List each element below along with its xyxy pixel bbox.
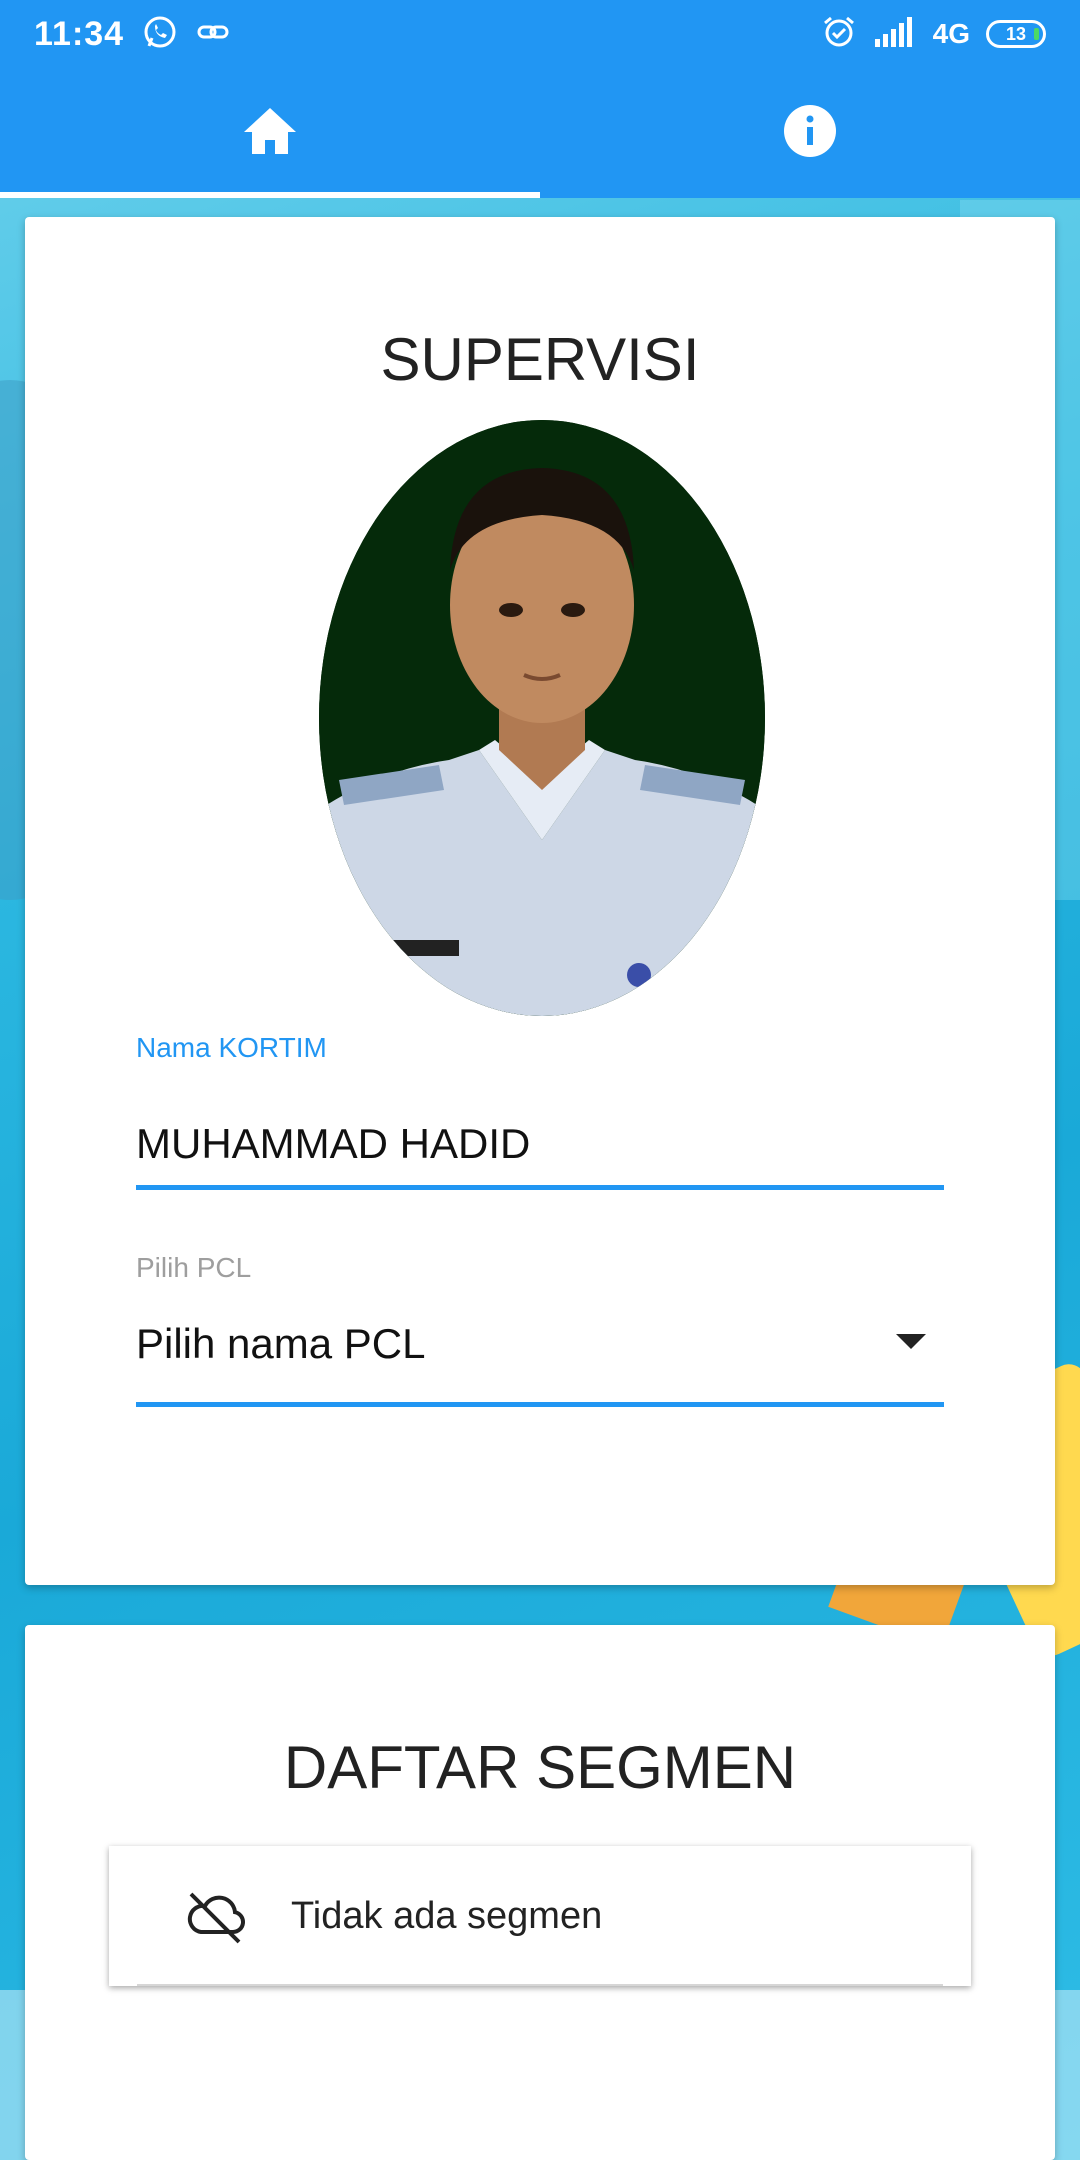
alarm-icon [821, 14, 857, 55]
segmen-title: DAFTAR SEGMEN [283, 1734, 797, 1801]
tab-info[interactable] [540, 68, 1080, 198]
nama-kortim-value[interactable]: MUHAMMAD HADID [136, 1120, 530, 1168]
page-title: SUPERVISI [380, 326, 700, 393]
field-underline [136, 1185, 944, 1190]
info-icon [782, 103, 838, 164]
pilih-pcl-label: Pilih PCL [136, 1252, 252, 1283]
supervisi-card: SUPERVISI Nama KORTIM MUHAMMAD HADID Pil… [25, 217, 1055, 1585]
divider [137, 1984, 943, 1986]
battery-level: 13 [1005, 23, 1027, 44]
network-type: 4G [932, 18, 970, 49]
home-icon [242, 106, 298, 161]
battery-icon: 13 [986, 20, 1046, 48]
cloud-off-icon [183, 1884, 247, 1948]
empty-segmen-text: Tidak ada segmen [291, 1894, 603, 1937]
pilih-pcl-selected[interactable]: Pilih nama PCL [136, 1320, 425, 1368]
status-bar: 11:34 4G 13 [0, 0, 1080, 68]
whatsapp-icon [142, 14, 178, 55]
tab-home[interactable] [0, 68, 540, 198]
nama-kortim-label: Nama KORTIM [136, 1032, 327, 1063]
empty-segmen-item: Tidak ada segmen [109, 1846, 971, 1986]
signal-icon [873, 16, 917, 52]
kortim-photo [319, 420, 765, 1016]
app-bar [0, 68, 1080, 198]
status-time: 11:34 [34, 14, 125, 53]
dropdown-arrow-icon[interactable] [896, 1334, 926, 1349]
field-underline [136, 1402, 944, 1407]
segmen-card: DAFTAR SEGMEN Tidak ada segmen [25, 1625, 1055, 2160]
link-icon [196, 15, 230, 54]
